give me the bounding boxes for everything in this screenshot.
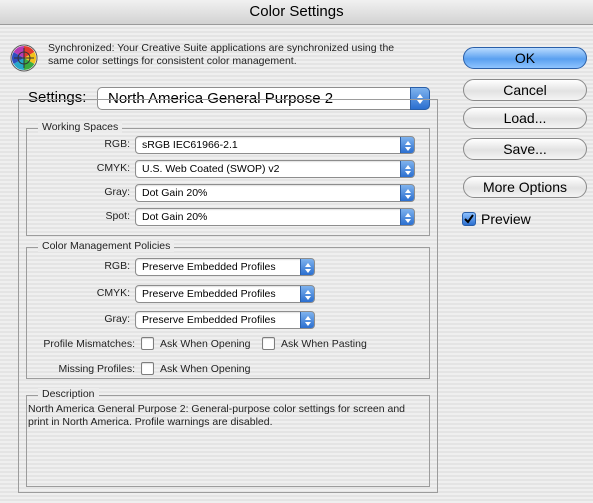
popup-arrows-icon bbox=[300, 259, 314, 275]
ws-spot-label: Spot: bbox=[105, 210, 130, 222]
ws-cmyk-label: CMYK: bbox=[96, 162, 130, 174]
profile-mismatches-label: Profile Mismatches: bbox=[43, 338, 135, 350]
missing-ask-when-opening-checkbox[interactable] bbox=[141, 362, 154, 375]
load-button[interactable]: Load... bbox=[463, 107, 587, 129]
ask-when-opening-checkbox[interactable] bbox=[141, 337, 154, 350]
ws-spot-popup[interactable]: Dot Gain 20% bbox=[135, 208, 415, 226]
policy-cmyk-value: Preserve Embedded Profiles bbox=[142, 288, 276, 300]
missing-profiles-label: Missing Profiles: bbox=[58, 363, 135, 375]
more-options-button[interactable]: More Options bbox=[463, 176, 587, 198]
description-title: Description bbox=[38, 388, 99, 400]
policies-title: Color Management Policies bbox=[38, 240, 175, 252]
working-spaces-title: Working Spaces bbox=[38, 121, 123, 133]
title-bar: Color Settings bbox=[0, 0, 593, 25]
missing-ask-when-opening-label: Ask When Opening bbox=[160, 363, 251, 375]
ask-when-pasting-checkbox[interactable] bbox=[262, 337, 275, 350]
policy-cmyk-label: CMYK: bbox=[96, 287, 130, 299]
window-title: Color Settings bbox=[249, 3, 344, 20]
popup-arrows-icon bbox=[400, 161, 414, 177]
popup-arrows-icon bbox=[400, 185, 414, 201]
checkmark-icon bbox=[464, 214, 474, 224]
popup-arrows-icon bbox=[300, 286, 314, 302]
policy-gray-popup[interactable]: Preserve Embedded Profiles bbox=[135, 311, 315, 329]
policy-gray-value: Preserve Embedded Profiles bbox=[142, 314, 276, 326]
save-button[interactable]: Save... bbox=[463, 138, 587, 160]
ws-cmyk-value: U.S. Web Coated (SWOP) v2 bbox=[142, 163, 280, 175]
ask-when-opening-label: Ask When Opening bbox=[160, 338, 251, 350]
color-wheel-icon bbox=[10, 44, 38, 72]
preview-label: Preview bbox=[481, 211, 531, 227]
sync-message: Synchronized: Your Creative Suite applic… bbox=[48, 42, 395, 67]
ws-rgb-label: RGB: bbox=[104, 138, 130, 150]
policy-rgb-popup[interactable]: Preserve Embedded Profiles bbox=[135, 258, 315, 276]
popup-arrows-icon bbox=[300, 312, 314, 328]
ask-when-pasting-label: Ask When Pasting bbox=[281, 338, 367, 350]
policy-rgb-label: RGB: bbox=[104, 260, 130, 272]
ok-button[interactable]: OK bbox=[463, 47, 587, 69]
ws-gray-label: Gray: bbox=[104, 186, 130, 198]
ws-cmyk-popup[interactable]: U.S. Web Coated (SWOP) v2 bbox=[135, 160, 415, 178]
popup-arrows-icon bbox=[400, 137, 414, 153]
ws-rgb-value: sRGB IEC61966-2.1 bbox=[142, 139, 238, 151]
popup-arrows-icon bbox=[400, 209, 414, 225]
policy-gray-label: Gray: bbox=[104, 313, 130, 325]
description-text: North America General Purpose 2: General… bbox=[28, 403, 406, 428]
policy-cmyk-popup[interactable]: Preserve Embedded Profiles bbox=[135, 285, 315, 303]
ws-gray-popup[interactable]: Dot Gain 20% bbox=[135, 184, 415, 202]
preview-checkbox[interactable] bbox=[462, 212, 476, 226]
ws-spot-value: Dot Gain 20% bbox=[142, 211, 208, 223]
ws-gray-value: Dot Gain 20% bbox=[142, 187, 208, 199]
cancel-button[interactable]: Cancel bbox=[463, 79, 587, 101]
ws-rgb-popup[interactable]: sRGB IEC61966-2.1 bbox=[135, 136, 415, 154]
policy-rgb-value: Preserve Embedded Profiles bbox=[142, 261, 276, 273]
